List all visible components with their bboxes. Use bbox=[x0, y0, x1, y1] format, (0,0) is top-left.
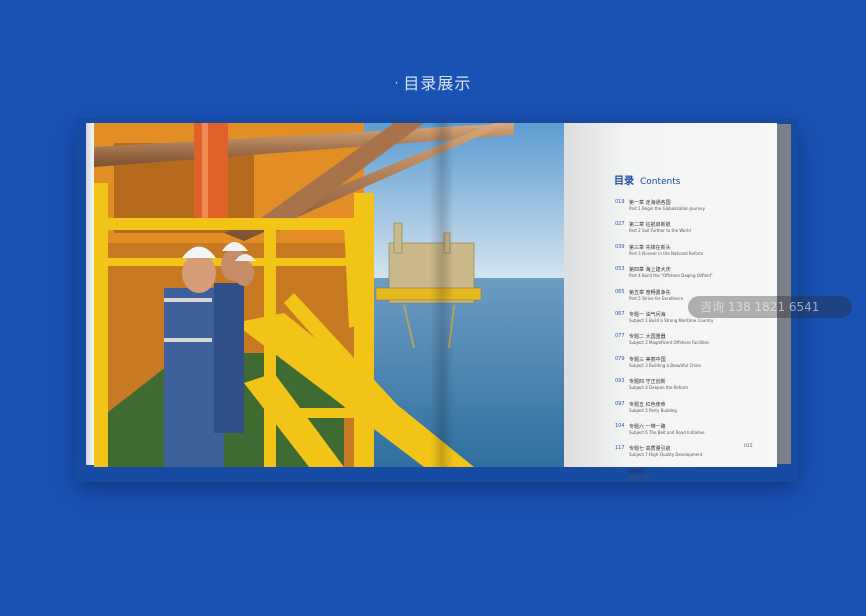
toc-entry: 079 专题三 美丽中国 Subject 3 Building a Beauti… bbox=[615, 356, 775, 378]
toc-title-english: Conclusion bbox=[629, 474, 651, 480]
toc-page-number: 065 bbox=[615, 288, 625, 295]
toc-page-number: 019 bbox=[615, 199, 625, 205]
toc-title-english: Part 5 Strive for Excellence bbox=[629, 295, 684, 301]
book-gutter bbox=[430, 123, 454, 467]
toc-entry: 097 专题五 红色使命 Subject 5 Party Building bbox=[615, 401, 775, 423]
toc-page-number: 077 bbox=[615, 333, 625, 340]
toc-entry: 027 第二章 征航启新航 Part 2 Sail Further to the… bbox=[615, 221, 775, 243]
toc-title-english: Subject 3 Building a Beautiful China bbox=[629, 362, 701, 368]
toc-title-english: Part 2 Sail Further to the World bbox=[629, 228, 691, 234]
toc-title-chinese: 第五章 奋畅勇争先 bbox=[629, 289, 671, 296]
toc-page-number: 039 bbox=[615, 243, 625, 250]
toc-title-chinese: 第四章 海上建大庆 bbox=[629, 267, 671, 274]
toc-title-english: Part 1 Begin the Globalization Journey bbox=[629, 206, 705, 211]
toc-title-english: Subject 5 Party Building bbox=[629, 407, 677, 413]
toc-page-number: 027 bbox=[615, 221, 625, 228]
toc-title-english: Subject 7 High-Quality Development bbox=[629, 452, 703, 458]
toc-page-number: 093 bbox=[615, 378, 625, 385]
photo-illustration bbox=[94, 123, 564, 467]
toc-title-english: Part 3 Pioneer in the National Reform bbox=[629, 250, 704, 256]
toc-page-number: 067 bbox=[615, 310, 625, 317]
toc-title-en: Contents bbox=[640, 177, 681, 187]
toc-entry: 053 第四章 海上建大庆 Part 4 Build the "Offshore… bbox=[615, 266, 775, 288]
toc-title-chinese: 结束语 bbox=[629, 468, 645, 475]
toc-page-number: 130 bbox=[615, 467, 625, 474]
toc-title-chinese: 第一章 走海通各国 bbox=[629, 200, 671, 206]
toc-page-number: 079 bbox=[615, 355, 625, 362]
page-edges bbox=[86, 123, 94, 465]
offshore-platform-photo bbox=[94, 123, 564, 467]
heading-title: 目录展示 bbox=[403, 74, 472, 93]
toc-title-english: Subject 4 Deepen the Reform bbox=[629, 385, 689, 391]
toc-title-chinese: 第三章 先锋在新头 bbox=[629, 244, 671, 251]
toc-title-english: Subject 1 Build a Strong Maritime Countr… bbox=[629, 317, 714, 323]
toc-title-chinese: 专题一 油气问海 bbox=[629, 311, 666, 318]
toc-entry: 019 第一章 走海通各国 Part 1 Begin the Globaliza… bbox=[615, 199, 775, 221]
toc-entry: 039 第三章 先锋在新头 Part 3 Pioneer in the Nati… bbox=[615, 244, 775, 266]
toc-title-chinese: 专题五 红色使命 bbox=[629, 401, 666, 408]
contact-watermark: 咨询 138 1821 6541 bbox=[688, 296, 852, 318]
toc-title-chinese: 专题三 美丽中国 bbox=[629, 356, 666, 363]
toc-entry: 104 专题六 一带一路 Subject 6 The Belt and Road… bbox=[615, 423, 775, 445]
toc-title-chinese: 第二章 征航启新航 bbox=[629, 222, 671, 229]
toc-page-number: 117 bbox=[615, 445, 625, 452]
toc-page-number: 104 bbox=[615, 422, 625, 429]
toc-title: 目录 Contents bbox=[614, 172, 680, 187]
toc-title-english: Subject 2 Magnificent Offshore Facilitie… bbox=[629, 340, 710, 346]
folio-number: 015 bbox=[744, 444, 753, 449]
toc-entry: 077 专题二 大国重器 Subject 2 Magnificent Offsh… bbox=[615, 333, 775, 355]
contents-page: 目录 Contents 019 第一章 走海通各国 Part 1 Begin t… bbox=[564, 123, 777, 480]
section-heading: · 目录展示 bbox=[0, 70, 866, 94]
toc-title-english: Subject 6 The Belt and Road Initiative bbox=[629, 429, 705, 435]
toc-title-chinese: 专题七 高质量引航 bbox=[629, 446, 671, 453]
heading-dot: · bbox=[394, 76, 400, 90]
toc-entry: 093 专题四 守正创新 Subject 4 Deepen the Reform bbox=[615, 378, 775, 400]
toc-title-english: Part 4 Build the "Offshore Daqing Oilfie… bbox=[629, 273, 713, 279]
toc-page-number: 097 bbox=[615, 400, 625, 407]
book-page-block bbox=[777, 124, 791, 464]
toc-title-chinese: 专题六 一带一路 bbox=[629, 423, 666, 430]
toc-page-number: 053 bbox=[615, 266, 625, 273]
toc-title-chinese: 专题二 大国重器 bbox=[629, 334, 666, 341]
toc-title-chinese: 专题四 守正创新 bbox=[629, 379, 666, 386]
toc-entry: 130 结束语 Conclusion bbox=[615, 468, 775, 490]
toc-title-cn: 目录 bbox=[614, 176, 634, 187]
